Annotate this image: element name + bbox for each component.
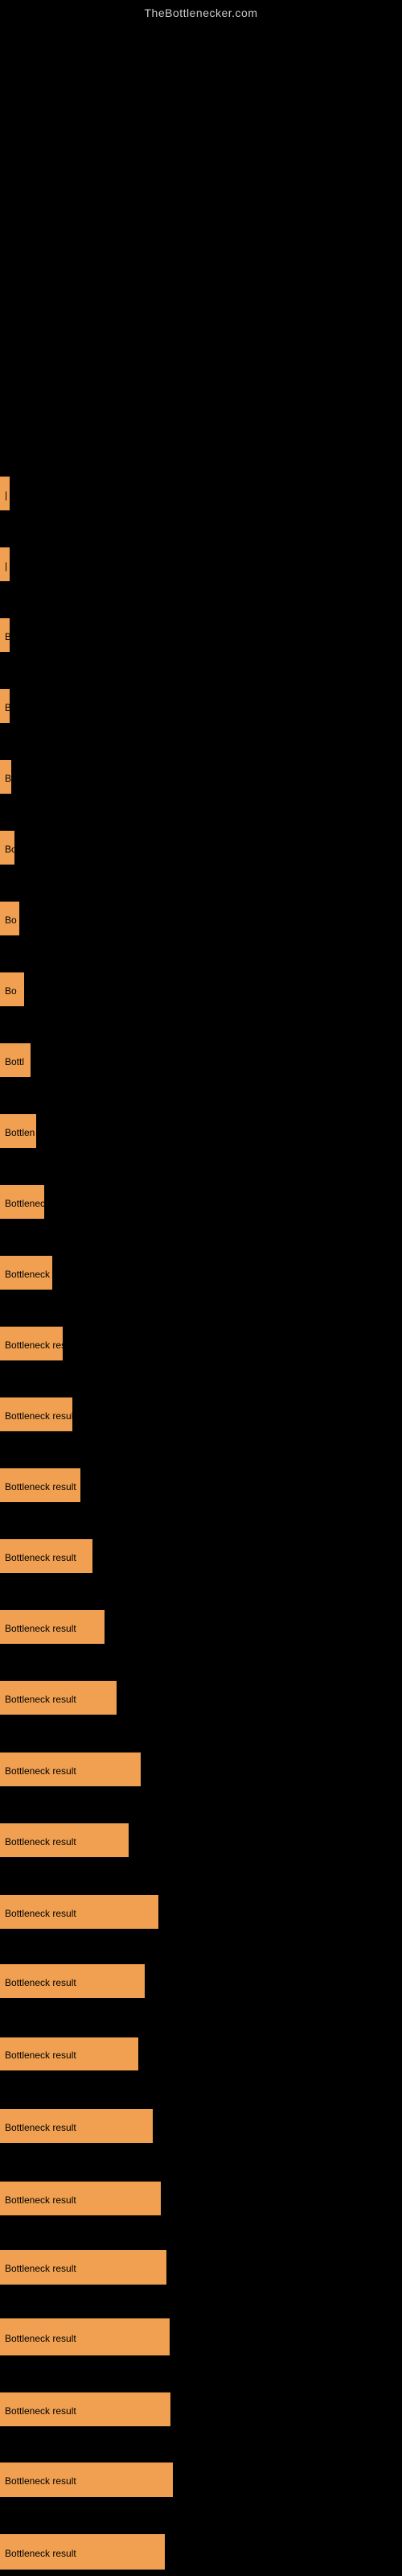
bottleneck-result-item: Bottleneck result <box>0 1468 80 1502</box>
bottleneck-result-item: Bo <box>0 972 24 1006</box>
bottleneck-result-item: Bottlenec <box>0 1185 44 1219</box>
bottleneck-result-item: Bottleneck result <box>0 2182 161 2215</box>
bottleneck-result-item: Bottleneck result <box>0 1681 117 1715</box>
bottleneck-result-item: Bottlen <box>0 1114 36 1148</box>
bottleneck-result-item: Bottleneck result <box>0 2037 138 2070</box>
site-title: TheBottlenecker.com <box>0 0 402 19</box>
bottleneck-result-item: B <box>0 760 11 794</box>
bottleneck-result-item: B <box>0 689 10 723</box>
bottleneck-result-item: Bottleneck <box>0 1256 52 1290</box>
bottleneck-result-item: Bottleneck result <box>0 1539 92 1573</box>
bottleneck-result-item: Bottleneck result <box>0 2462 173 2497</box>
bottleneck-result-item: Bo <box>0 902 19 935</box>
bottleneck-result-item: Bottleneck result <box>0 2250 166 2285</box>
bottleneck-result-item: Bottl <box>0 1043 31 1077</box>
bottleneck-result-item: | <box>0 477 10 510</box>
bottleneck-result-item: Bottleneck res <box>0 1327 63 1360</box>
bottleneck-result-item: Bo <box>0 831 14 865</box>
bottleneck-result-item: Bottleneck result <box>0 2534 165 2570</box>
bottleneck-result-item: Bottleneck result <box>0 1397 72 1431</box>
bottleneck-result-item: | <box>0 547 10 581</box>
bottleneck-result-item: Bottleneck result <box>0 2392 170 2426</box>
bottleneck-result-item: Bottleneck result <box>0 1895 158 1929</box>
bottleneck-result-item: B <box>0 618 10 652</box>
bottleneck-result-item: Bottleneck result <box>0 1610 105 1644</box>
bottleneck-result-item: Bottleneck result <box>0 1823 129 1857</box>
bottleneck-result-item: Bottleneck result <box>0 2318 170 2355</box>
bottleneck-result-item: Bottleneck result <box>0 1752 141 1786</box>
bottleneck-result-item: Bottleneck result <box>0 1964 145 1998</box>
bottleneck-result-item: Bottleneck result <box>0 2109 153 2143</box>
